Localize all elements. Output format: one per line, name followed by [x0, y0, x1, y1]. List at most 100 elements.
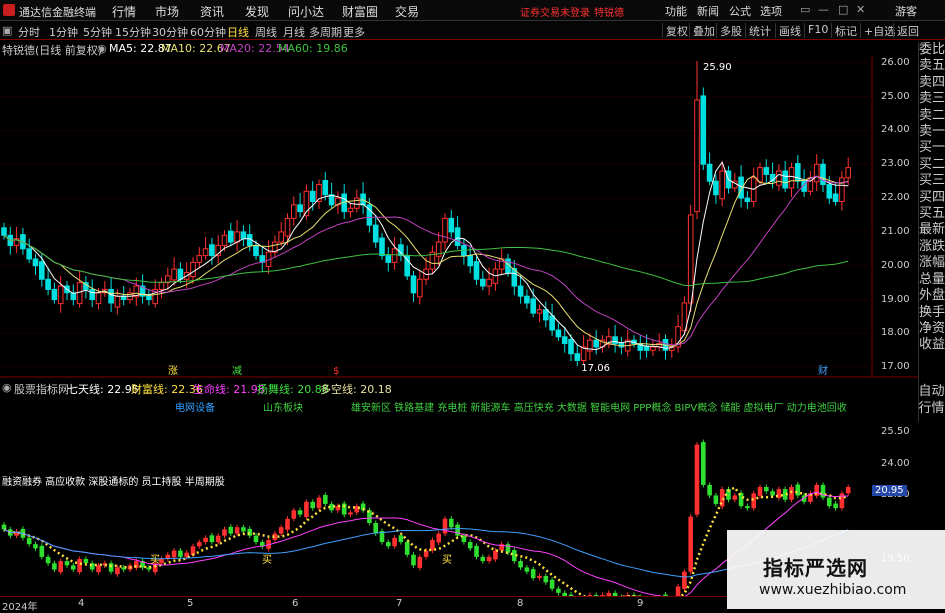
candlestick-chart[interactable]: 25.90 17.06 涨 减 $ 财 — [0, 56, 918, 378]
candle — [757, 487, 763, 496]
menu-quotes[interactable]: 行情 — [112, 3, 136, 20]
candle — [744, 197, 751, 202]
candle — [845, 487, 851, 494]
period-week[interactable]: 周线 — [255, 24, 277, 40]
close-icon[interactable]: ✕ — [856, 3, 865, 16]
sidebar-item[interactable]: 涨跌 — [919, 239, 945, 255]
login-alert[interactable]: 证券交易未登录 — [520, 4, 590, 19]
buy-marker: 买 — [442, 554, 452, 566]
back-button[interactable]: 返回 — [893, 23, 922, 38]
candle — [770, 491, 775, 496]
sidebar-item[interactable]: 买三 — [919, 173, 945, 189]
sidebar-item[interactable]: 净资 — [919, 321, 945, 337]
period-30min[interactable]: 30分钟 — [152, 24, 188, 40]
candle — [813, 163, 820, 183]
stats-button[interactable]: 统计 — [745, 23, 774, 38]
candle — [108, 288, 114, 304]
concept-grid[interactable]: 电网设备 — [175, 399, 215, 414]
period-day[interactable]: 日线 — [227, 24, 249, 40]
candle — [757, 167, 763, 183]
sidebar-item[interactable]: 最新 — [919, 222, 945, 238]
candle — [45, 556, 51, 564]
caifu-value: 财富线: 22.36 — [131, 383, 203, 396]
formula-button[interactable]: 公式 — [729, 3, 751, 19]
function-button[interactable]: 功能 — [665, 3, 687, 19]
mark-button[interactable]: 标记 — [831, 23, 860, 38]
candle — [480, 278, 486, 287]
menu-news[interactable]: 资讯 — [200, 3, 224, 20]
candle — [486, 556, 492, 562]
menu-trade[interactable]: 交易 — [395, 3, 419, 20]
options-button[interactable]: 选项 — [760, 3, 782, 19]
news-button[interactable]: 新闻 — [697, 3, 719, 19]
menu-ask[interactable]: 问小达 — [288, 3, 324, 20]
candle — [467, 255, 473, 267]
sidebar-item[interactable]: 卖一 — [919, 124, 945, 140]
rights-button[interactable]: 复权 — [662, 23, 691, 38]
sidebar-item[interactable]: 行情 — [918, 400, 945, 417]
candle — [253, 244, 259, 257]
sidebar-item[interactable]: 涨幅 — [919, 255, 945, 271]
sidebar-item[interactable]: 卖四 — [919, 75, 945, 91]
sidebar-item[interactable]: 买一 — [919, 140, 945, 156]
high-label: 25.90 — [703, 62, 732, 73]
candle — [89, 288, 96, 301]
indicator-settings-icon[interactable]: ◉ — [2, 381, 12, 394]
concept-list[interactable]: 雄安新区 铁路基建 充电桩 新能源车 高压快充 大数据 智能电网 PPP概念 B… — [351, 399, 847, 414]
candle — [51, 288, 58, 301]
period-15min[interactable]: 15分钟 — [115, 24, 151, 40]
sidebar-item[interactable]: 买四 — [919, 190, 945, 206]
candle — [543, 575, 549, 583]
sidebar-item[interactable]: 卖二 — [919, 108, 945, 124]
minimize-icon[interactable]: ▭ — [800, 3, 810, 16]
period-fenshi[interactable]: 分时 — [18, 24, 40, 40]
candle — [1, 227, 7, 236]
sidebar-item[interactable]: 总量 — [919, 272, 945, 288]
sidebar-item[interactable]: 自动 — [918, 383, 945, 400]
period-60min[interactable]: 60分钟 — [190, 24, 226, 40]
menu-discover[interactable]: 发现 — [245, 3, 269, 20]
price-tick: 24.00 — [881, 124, 910, 136]
restore-icon[interactable]: — — [818, 3, 829, 16]
price-tick: 21.00 — [881, 225, 910, 237]
period-5min[interactable]: 5分钟 — [83, 24, 112, 40]
menu-wealth[interactable]: 财富圈 — [342, 3, 378, 20]
period-1min[interactable]: 1分钟 — [49, 24, 78, 40]
candle — [95, 292, 102, 305]
candle — [304, 501, 309, 518]
overlay-button[interactable]: 叠加 — [689, 23, 718, 38]
sidebar-item[interactable]: 卖五 — [919, 58, 945, 74]
period-more[interactable]: 更多 — [343, 24, 365, 40]
sidebar-item[interactable]: 卖三 — [919, 91, 945, 107]
candle — [391, 248, 398, 263]
sidebar-item[interactable]: 换手 — [919, 305, 945, 321]
candle — [57, 285, 64, 305]
candle — [442, 217, 448, 243]
maximize-icon[interactable]: □ — [838, 3, 848, 16]
candle — [833, 503, 838, 509]
period-month[interactable]: 月线 — [283, 24, 305, 40]
user-label[interactable]: 游客 — [895, 3, 917, 19]
f10-button[interactable]: F10 — [804, 23, 831, 38]
candle — [561, 336, 568, 345]
candle — [83, 559, 89, 564]
concept-shandong[interactable]: 山东板块 — [263, 399, 303, 414]
candle — [240, 231, 247, 240]
sidebar-item[interactable]: 收益 — [919, 337, 945, 353]
sidebar-item[interactable]: 买二 — [919, 157, 945, 173]
candle — [536, 309, 543, 314]
candle — [486, 278, 492, 287]
multi-stock-button[interactable]: 多股 — [716, 23, 745, 38]
stock-alert[interactable]: 特锐德 — [594, 4, 624, 19]
sidebar-item[interactable]: 外盘 — [919, 288, 945, 304]
menu-market[interactable]: 市场 — [155, 3, 179, 20]
settings-icon[interactable]: ◉ — [97, 42, 107, 55]
period-multi[interactable]: 多周期 — [309, 24, 342, 40]
sidebar-item[interactable]: 买五 — [919, 206, 945, 222]
fold-icon[interactable]: ▣ — [2, 24, 12, 37]
date-label: 6 — [292, 598, 299, 609]
sidebar-item[interactable]: 委比 — [919, 42, 945, 58]
candle — [436, 533, 441, 543]
candle — [694, 99, 700, 213]
draw-button[interactable]: 画线 — [775, 23, 804, 38]
